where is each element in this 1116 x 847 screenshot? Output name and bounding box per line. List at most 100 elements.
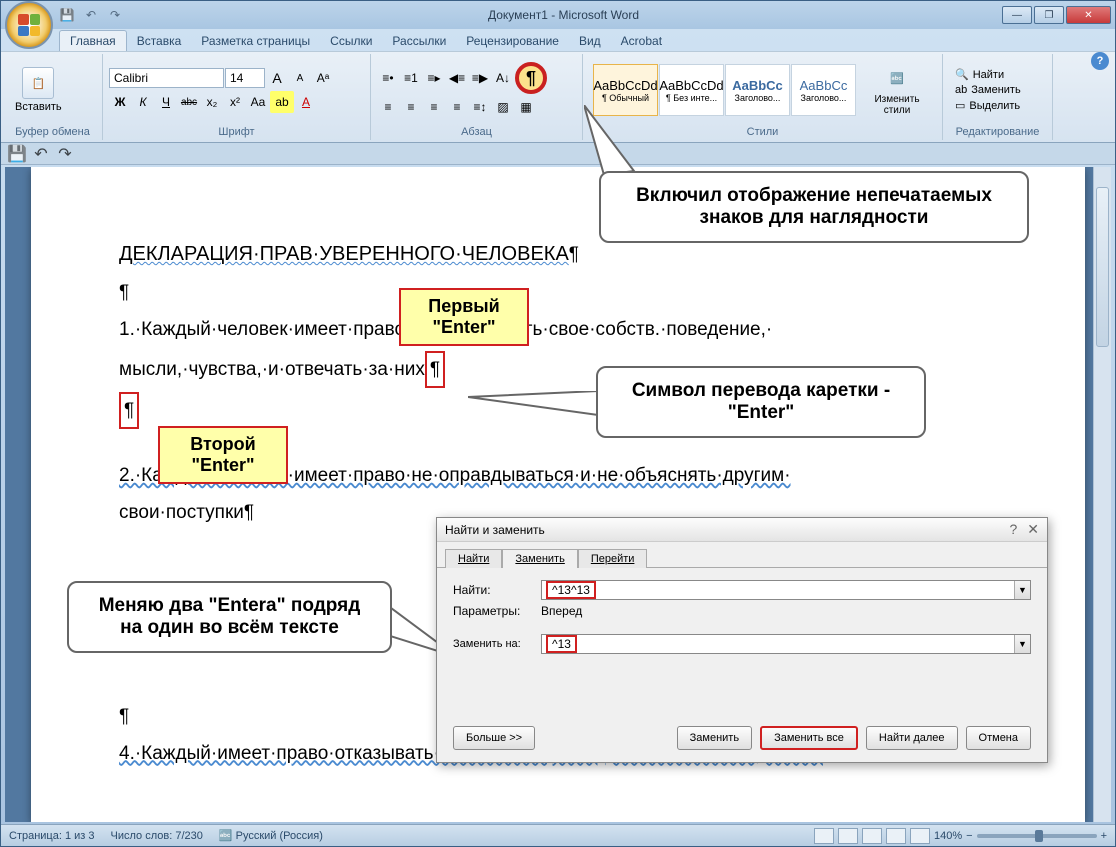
undo-icon[interactable]: ↶ [31,144,51,164]
app-window: 💾 ↶ ↷ Документ1 - Microsoft Word — ❐ ✕ Г… [0,0,1116,847]
align-right-button[interactable]: ≡ [423,96,445,118]
tab-references[interactable]: Ссылки [320,31,382,51]
bold-button[interactable]: Ж [109,91,131,113]
zoom-out-button[interactable]: − [966,830,972,842]
status-lang[interactable]: 🔤 Русский (Россия) [219,829,323,842]
status-words[interactable]: Число слов: 7/230 [111,830,203,842]
align-left-button[interactable]: ≡ [377,96,399,118]
superscript-button[interactable]: x² [224,91,246,113]
tab-acrobat[interactable]: Acrobat [611,31,672,51]
scrollbar-thumb[interactable] [1096,187,1109,347]
pilcrow-boxed-2: ¶ [119,392,139,429]
dialog-close-icon[interactable]: ✕ [1027,521,1039,538]
tab-home[interactable]: Главная [59,30,127,51]
font-size-combo[interactable]: 14 [225,68,265,88]
window-maximize-button[interactable]: ❐ [1034,6,1064,24]
dialog-help-icon[interactable]: ? [1009,521,1017,538]
show-marks-button[interactable]: ¶ [515,62,547,94]
status-zoom[interactable]: 140% [934,830,962,842]
office-button[interactable] [5,1,53,49]
save-icon[interactable]: 💾 [7,144,27,164]
font-name-combo[interactable]: Calibri [109,68,224,88]
tab-insert[interactable]: Вставка [127,31,192,51]
find-icon: 🔍 [955,68,969,81]
select-icon: ▭ [955,99,965,112]
select-button[interactable]: ▭Выделить [951,98,1025,113]
numbering-button[interactable]: ≡1 [400,67,422,89]
view-draft-button[interactable] [910,828,930,844]
dialog-tabs: Найти Заменить Перейти [437,542,1047,567]
view-outline-button[interactable] [886,828,906,844]
shading-button[interactable]: ▨ [492,96,514,118]
case-button[interactable]: Aa [247,91,269,113]
style-no-spacing[interactable]: AaBbCcDd¶ Без инте... [659,64,724,116]
strike-button[interactable]: abc [178,91,200,113]
view-fullscreen-button[interactable] [838,828,858,844]
underline-button[interactable]: Ч [155,91,177,113]
redo-icon[interactable]: ↷ [55,144,75,164]
align-justify-button[interactable]: ≡ [446,96,468,118]
replace-one-button[interactable]: Заменить [677,726,752,750]
params-value: Вперед [541,604,582,618]
dlg-tab-goto[interactable]: Перейти [578,549,648,568]
window-title: Документ1 - Microsoft Word [125,8,1002,22]
multilevel-button[interactable]: ≡▸ [423,67,445,89]
dlg-tab-find[interactable]: Найти [445,549,502,568]
tab-mailings[interactable]: Рассылки [382,31,456,51]
status-page[interactable]: Страница: 1 из 3 [9,830,95,842]
find-button[interactable]: 🔍Найти [951,67,1025,82]
italic-button[interactable]: К [132,91,154,113]
sort-button[interactable]: A↓ [492,67,514,89]
replace-dropdown-icon[interactable]: ▼ [1014,635,1030,653]
highlight-button[interactable]: ab [270,91,294,113]
style-heading1[interactable]: AaBbCcЗаголово... [725,64,790,116]
cancel-button[interactable]: Отмена [966,726,1031,750]
callout-cr-symbol: Символ перевода каретки - "Enter" [596,366,926,438]
window-minimize-button[interactable]: — [1002,6,1032,24]
clipboard-icon: 📋 [22,67,54,99]
paste-button[interactable]: 📋 Вставить [9,65,68,115]
qat-save-icon[interactable]: 💾 [57,5,77,25]
view-web-button[interactable] [862,828,882,844]
bullets-button[interactable]: ≡• [377,67,399,89]
indent-inc-button[interactable]: ≡▶ [469,67,491,89]
find-dropdown-icon[interactable]: ▼ [1014,581,1030,599]
dialog-titlebar[interactable]: Найти и заменить ? ✕ [437,518,1047,542]
vertical-scrollbar[interactable] [1093,167,1111,822]
replace-input[interactable]: ^13 ▼ [541,634,1031,654]
find-input[interactable]: ^13^13 ▼ [541,580,1031,600]
clear-format-button[interactable]: Aᵃ [312,67,334,89]
find-next-button[interactable]: Найти далее [866,726,958,750]
zoom-slider[interactable] [977,834,1097,838]
qat-redo-icon[interactable]: ↷ [105,5,125,25]
line-spacing-button[interactable]: ≡↕ [469,96,491,118]
style-heading2[interactable]: AaBbCcЗаголово... [791,64,856,116]
zoom-in-button[interactable]: + [1101,830,1107,842]
title-bar: 💾 ↶ ↷ Документ1 - Microsoft Word — ❐ ✕ [1,1,1115,29]
replace-all-button[interactable]: Заменить все [760,726,858,750]
more-button[interactable]: Больше >> [453,726,535,750]
zoom-slider-thumb[interactable] [1035,830,1043,842]
quick-access-lower: 💾 ↶ ↷ [1,143,1115,165]
doc-heading: ДЕКЛАРАЦИЯ·ПРАВ·УВЕРЕННОГО·ЧЕЛОВЕКА [119,243,569,265]
replace-button[interactable]: abЗаменить [951,83,1025,97]
subscript-button[interactable]: x₂ [201,91,223,113]
borders-button[interactable]: ▦ [515,96,537,118]
tab-review[interactable]: Рецензирование [456,31,569,51]
indent-dec-button[interactable]: ◀≡ [446,67,468,89]
change-styles-button[interactable]: 🔤 Изменить стили [864,62,930,118]
grow-font-button[interactable]: A [266,67,288,89]
callout-first-enter: Первый "Enter" [399,288,529,346]
window-close-button[interactable]: ✕ [1066,6,1111,24]
ribbon: ? 📋 Вставить Буфер обмена Calibri 14 A A [1,51,1115,143]
font-color-button[interactable]: A [295,91,317,113]
align-center-button[interactable]: ≡ [400,96,422,118]
qat-undo-icon[interactable]: ↶ [81,5,101,25]
tab-page-layout[interactable]: Разметка страницы [191,31,320,51]
para-2b: свои·поступки [119,502,244,523]
shrink-font-button[interactable]: A [289,67,311,89]
dlg-tab-replace[interactable]: Заменить [502,549,577,568]
view-print-layout-button[interactable] [814,828,834,844]
tab-view[interactable]: Вид [569,31,611,51]
help-icon[interactable]: ? [1091,52,1109,70]
